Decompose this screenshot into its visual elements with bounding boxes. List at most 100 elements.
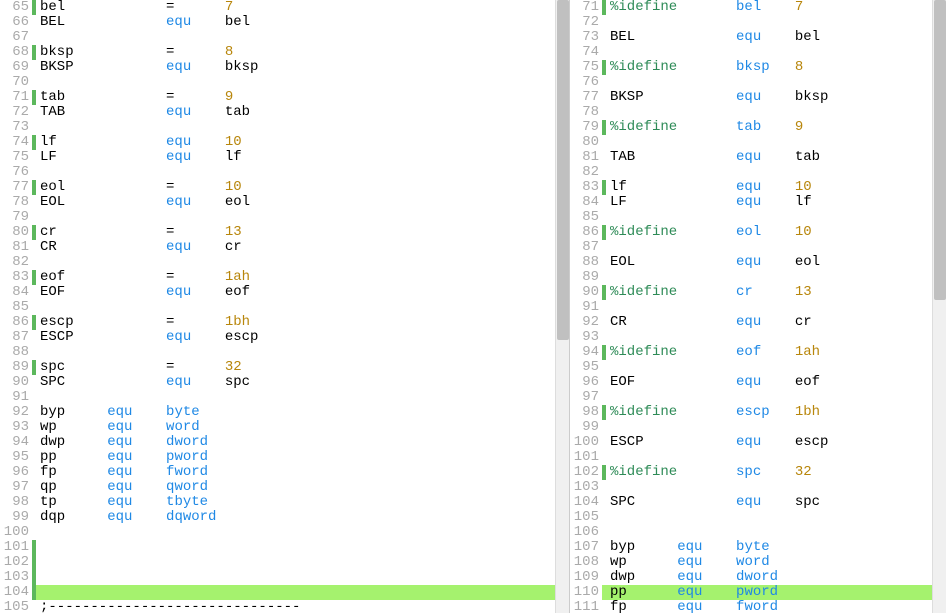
code-line[interactable]: 74 [570,45,946,60]
code-line[interactable]: 104 [0,585,569,600]
code-line[interactable]: 65bel = 7 [0,0,569,15]
code-line[interactable]: 99 [570,420,946,435]
code-line[interactable]: 73 [0,120,569,135]
code-line[interactable]: 102 [0,555,569,570]
code-line[interactable]: 89spc = 32 [0,360,569,375]
code-line[interactable]: 98tp equ tbyte [0,495,569,510]
code-line[interactable]: 76 [570,75,946,90]
code-line[interactable]: 79 [0,210,569,225]
code-line[interactable]: 72TAB equ tab [0,105,569,120]
code-line[interactable]: 104SPC equ spc [570,495,946,510]
code-line[interactable]: 89 [570,270,946,285]
code-line[interactable]: 72 [570,15,946,30]
left-editor[interactable]: 65bel = 766BEL equ bel6768bksp = 869BKSP… [0,0,569,613]
code-line[interactable]: 95pp equ pword [0,450,569,465]
line-content [606,510,946,525]
code-line[interactable]: 85 [570,210,946,225]
code-line[interactable]: 91 [0,390,569,405]
code-line[interactable]: 107byp equ byte [570,540,946,555]
code-line[interactable]: 79%idefine tab 9 [570,120,946,135]
code-line[interactable]: 73BEL equ bel [570,30,946,45]
code-line[interactable]: 84EOF equ eof [0,285,569,300]
code-line[interactable]: 92byp equ byte [0,405,569,420]
code-line[interactable]: 88EOL equ eol [570,255,946,270]
code-line[interactable]: 110pp equ pword [570,585,946,600]
token-num: 1ah [795,344,820,360]
code-line[interactable]: 77eol = 10 [0,180,569,195]
code-line[interactable]: 90SPC equ spc [0,375,569,390]
code-line[interactable]: 83lf equ 10 [570,180,946,195]
code-line[interactable]: 105;------------------------------ [0,600,569,613]
code-line[interactable]: 95 [570,360,946,375]
scrollthumb-right[interactable] [934,0,946,300]
line-number: 95 [570,360,602,375]
right-editor[interactable]: 71%idefine bel 77273BEL equ bel7475%idef… [570,0,946,613]
code-line[interactable]: 76 [0,165,569,180]
code-line[interactable]: 97qp equ qword [0,480,569,495]
code-line[interactable]: 85 [0,300,569,315]
code-line[interactable]: 94dwp equ dword [0,435,569,450]
line-number: 66 [0,15,32,30]
code-line[interactable]: 71%idefine bel 7 [570,0,946,15]
code-line[interactable]: 90%idefine cr 13 [570,285,946,300]
line-content: eof = 1ah [36,270,569,285]
code-line[interactable]: 80 [570,135,946,150]
code-line[interactable]: 81CR equ cr [0,240,569,255]
code-line[interactable]: 103 [570,480,946,495]
code-line[interactable]: 87ESCP equ escp [0,330,569,345]
code-line[interactable]: 108wp equ word [570,555,946,570]
token-ident [183,89,225,105]
code-line[interactable]: 99dqp equ dqword [0,510,569,525]
code-line[interactable]: 80cr = 13 [0,225,569,240]
code-line[interactable]: 82 [0,255,569,270]
code-line[interactable]: 100ESCP equ escp [570,435,946,450]
code-line[interactable]: 74lf equ 10 [0,135,569,150]
code-line[interactable]: 91 [570,300,946,315]
code-line[interactable]: 96EOF equ eof [570,375,946,390]
code-line[interactable]: 103 [0,570,569,585]
code-line[interactable]: 81TAB equ tab [570,150,946,165]
code-line[interactable]: 69BKSP equ bksp [0,60,569,75]
code-line[interactable]: 70 [0,75,569,90]
code-line[interactable]: 84LF equ lf [570,195,946,210]
code-line[interactable]: 106 [570,525,946,540]
code-line[interactable]: 96fp equ fword [0,465,569,480]
code-line[interactable]: 88 [0,345,569,360]
code-line[interactable]: 83eof = 1ah [0,270,569,285]
code-line[interactable]: 71tab = 9 [0,90,569,105]
code-line[interactable]: 109dwp equ dword [570,570,946,585]
token-kw-type: tbyte [166,494,208,510]
code-line[interactable]: 100 [0,525,569,540]
scrollbar-left[interactable] [555,0,569,613]
token-ident: bksp [40,44,166,60]
code-line[interactable]: 75LF equ lf [0,150,569,165]
code-line[interactable]: 86escp = 1bh [0,315,569,330]
code-line[interactable]: 94%idefine eof 1ah [570,345,946,360]
token-ident: escp [191,329,258,345]
code-line[interactable]: 66BEL equ bel [0,15,569,30]
line-number: 80 [570,135,602,150]
code-line[interactable]: 82 [570,165,946,180]
code-line[interactable]: 98%idefine escp 1bh [570,405,946,420]
code-line[interactable]: 105 [570,510,946,525]
code-line[interactable]: 111fp equ fword [570,600,946,613]
code-line[interactable]: 86%idefine eol 10 [570,225,946,240]
code-line[interactable]: 75%idefine bksp 8 [570,60,946,75]
token-ident: cr [40,224,166,240]
code-line[interactable]: 93 [570,330,946,345]
code-line[interactable]: 92CR equ cr [570,315,946,330]
code-line[interactable]: 102%idefine spc 32 [570,465,946,480]
code-line[interactable]: 101 [570,450,946,465]
code-line[interactable]: 78 [570,105,946,120]
code-line[interactable]: 77BKSP equ bksp [570,90,946,105]
token-ident [191,134,225,150]
code-line[interactable]: 87 [570,240,946,255]
scrollbar-right[interactable] [932,0,946,613]
code-line[interactable]: 97 [570,390,946,405]
code-line[interactable]: 68bksp = 8 [0,45,569,60]
code-line[interactable]: 78EOL equ eol [0,195,569,210]
scrollthumb-left[interactable] [557,0,569,340]
code-line[interactable]: 93wp equ word [0,420,569,435]
code-line[interactable]: 101 [0,540,569,555]
code-line[interactable]: 67 [0,30,569,45]
